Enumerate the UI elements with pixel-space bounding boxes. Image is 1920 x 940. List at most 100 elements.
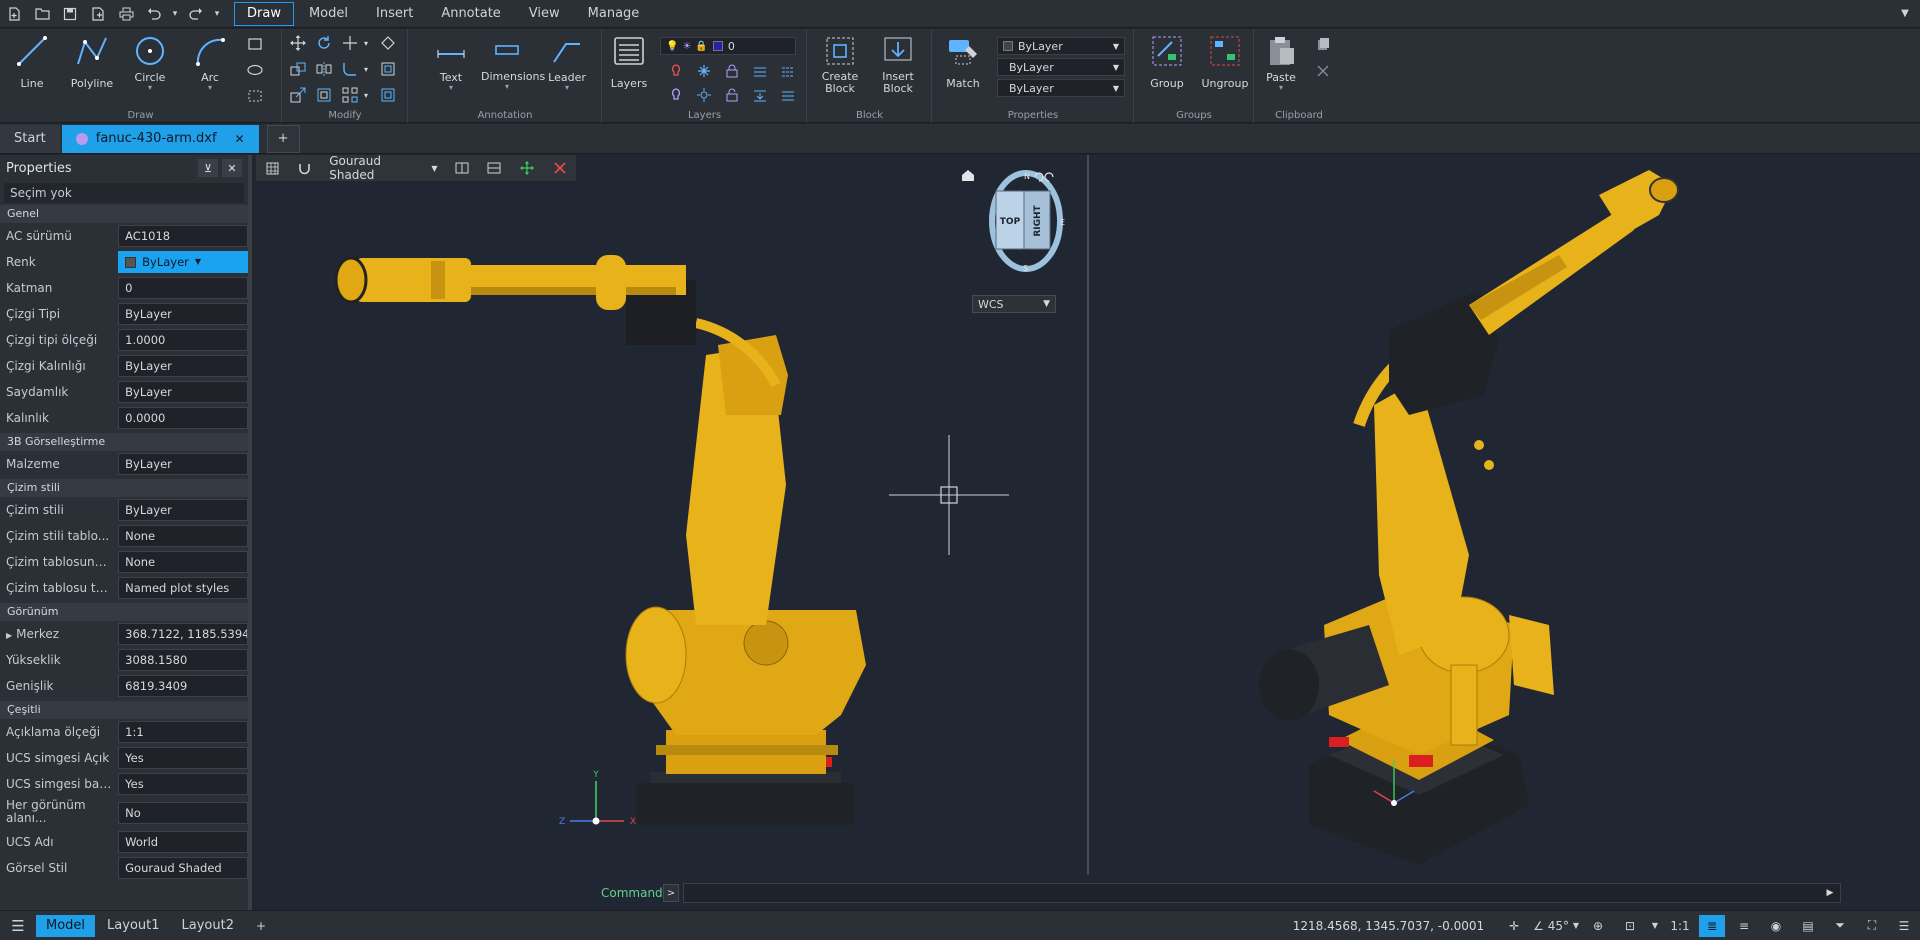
copy-clip-icon[interactable] [1312,34,1334,54]
dimensions-dropdown-icon[interactable]: ▾ [481,83,533,91]
linetype-combo[interactable]: ByLayer ▼ [997,58,1125,76]
trim-icon[interactable] [339,33,361,53]
property-value[interactable]: None [118,551,248,573]
property-value[interactable]: ByLayer [118,453,248,475]
text-dropdown-icon[interactable]: ▾ [425,84,477,92]
tab-manage[interactable]: Manage [575,2,653,26]
center-expander[interactable]: ▶ Merkez [6,627,114,641]
layer-thaw-icon[interactable] [693,85,715,105]
rotate-cw-icon[interactable] [1044,172,1054,182]
tab-view[interactable]: View [516,2,573,26]
property-value[interactable]: 368.7122, 1185.5394, 76 [118,623,248,645]
tab-model[interactable]: Model [296,2,361,26]
dimensions-button[interactable]: Dimensions ▾ [481,33,545,91]
paste-dropdown-icon[interactable]: ▾ [1255,84,1307,92]
object-snap-tracking-icon[interactable]: ⊡ [1617,915,1643,937]
customize-statusbar-icon[interactable]: ☰ [1891,915,1917,937]
layer-unlock-icon[interactable] [721,85,743,105]
rectangle-icon[interactable] [244,34,266,54]
save-as-icon[interactable] [84,0,112,28]
property-value[interactable]: World [118,831,248,853]
home-icon[interactable] [962,170,974,181]
polyline-button[interactable]: Polyline [66,33,118,90]
fillet-dropdown-icon[interactable]: ▾ [361,59,371,79]
command-submit-icon[interactable]: ▶ [1821,888,1839,898]
hatch-icon[interactable] [244,86,266,106]
property-value[interactable]: None [118,525,248,547]
color-combo[interactable]: ByLayer ▼ [997,37,1125,55]
ellipse-icon[interactable] [244,60,266,80]
property-value[interactable]: AC1018 [118,225,248,247]
print-icon[interactable] [112,0,140,28]
pin-icon[interactable]: ⊻ [198,159,218,177]
tab-drawing-file[interactable]: fanuc-430-arm.dxf ✕ [61,125,259,153]
layers-button[interactable]: Layers [603,33,655,90]
stretch-icon[interactable] [313,85,335,105]
array-icon[interactable] [339,85,361,105]
rotate-icon[interactable] [313,33,335,53]
color-property-dropdown[interactable]: ByLayer ▼ [118,251,248,273]
property-value[interactable]: ByLayer [118,355,248,377]
close-viewport-icon[interactable] [543,155,576,181]
property-value[interactable]: 0 [118,277,248,299]
redo-dropdown-icon[interactable]: ▾ [210,0,224,28]
snap-magnet-icon[interactable] [289,155,322,181]
annotation-scale[interactable]: 1:1 [1667,915,1693,937]
layer-walk-icon[interactable] [777,61,799,81]
explode-icon[interactable] [377,85,399,105]
property-value[interactable]: Named plot styles [118,577,248,599]
property-value[interactable]: 0.0000 [118,407,248,429]
property-value[interactable]: Gouraud Shaded [118,857,248,879]
section-misc[interactable]: Çeşitli [0,701,248,719]
tab-insert[interactable]: Insert [363,2,426,26]
ribbon-collapse-chevron-icon[interactable]: ▼ [1890,8,1920,19]
insert-block-button[interactable]: Insert Block [872,33,924,95]
grid-icon[interactable] [256,155,289,181]
snap-dropdown-icon[interactable]: ▼ [1649,915,1661,937]
undo-icon[interactable] [140,0,168,28]
layer-merge-icon[interactable] [749,85,771,105]
layer-freeze-icon[interactable] [693,61,715,81]
move-icon[interactable] [287,33,309,53]
quick-properties-icon[interactable]: ≡ [1731,915,1757,937]
offset-icon[interactable] [377,59,399,79]
section-plot-style[interactable]: Çizim stili [0,479,248,497]
layer-on-icon[interactable] [665,85,687,105]
lineweight-combo[interactable]: ByLayer ▼ [997,79,1125,97]
cut-icon[interactable] [1312,61,1334,81]
property-value[interactable]: 3088.1580 [118,649,248,671]
property-value[interactable]: 6819.3409 [118,675,248,697]
copy-icon[interactable] [287,59,309,79]
fillet-icon[interactable] [339,59,361,79]
property-value[interactable]: ByLayer [118,381,248,403]
pan-move-icon[interactable] [511,155,544,181]
isolate-objects-icon[interactable]: ▤ [1795,915,1821,937]
lineweight-toggle-icon[interactable]: ≣ [1699,914,1725,937]
split-horizontal-icon[interactable] [478,155,511,181]
array-dropdown-icon[interactable]: ▾ [361,85,371,105]
create-block-button[interactable]: Create Block [814,33,866,95]
circle-button[interactable]: Circle ▾ [124,33,176,92]
open-folder-icon[interactable] [28,0,56,28]
add-layout-icon[interactable]: + [246,915,276,937]
match-properties-button[interactable]: Match [937,33,989,90]
property-value[interactable]: 1:1 [118,721,248,743]
new-tab-button[interactable]: + [266,125,300,153]
undo-dropdown-icon[interactable]: ▾ [168,0,182,28]
layout-tab-layout1[interactable]: Layout1 [97,915,169,937]
selection-dropdown[interactable]: Seçim yok [4,183,244,203]
trim-dropdown-icon[interactable]: ▾ [361,33,371,53]
layer-combo[interactable]: 💡 ☀ 🔒 0 [660,37,796,55]
property-value[interactable]: ByLayer [118,303,248,325]
hamburger-menu-icon[interactable]: ☰ [0,917,36,935]
property-value[interactable]: ByLayer [118,499,248,521]
snap-cursor-icon[interactable]: ✛ [1501,915,1527,937]
erase-icon[interactable] [377,33,399,53]
arc-button[interactable]: Arc ▾ [184,33,236,92]
property-value[interactable]: Yes [118,747,248,769]
layer-isolate-icon[interactable] [749,61,771,81]
split-vertical-icon[interactable] [446,155,479,181]
clean-screen-icon[interactable]: ⛶ [1859,915,1885,937]
layout-tab-layout2[interactable]: Layout2 [172,915,244,937]
tab-start[interactable]: Start [0,125,60,153]
